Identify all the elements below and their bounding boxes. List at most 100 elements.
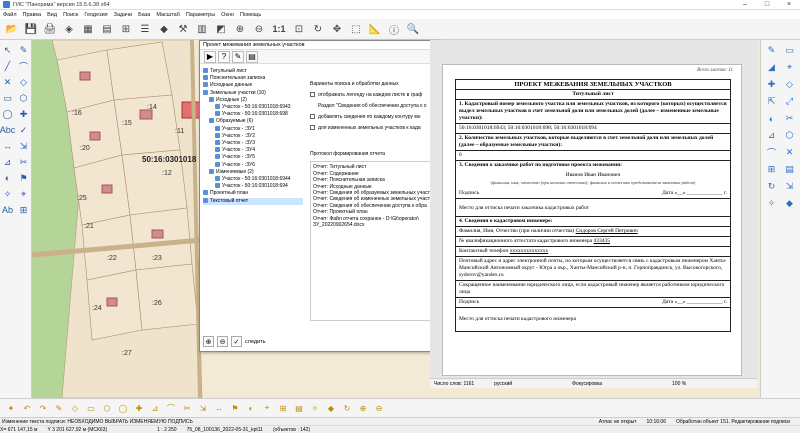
edit-tool-icon[interactable]: ⇲ [781, 178, 799, 195]
tool-icon[interactable]: ╱ [0, 58, 16, 74]
tree-node[interactable]: Изменяемые (2) [203, 168, 303, 176]
tree-node[interactable]: Участок - :ЗУ6 [203, 161, 303, 169]
edit-tool-icon[interactable]: ⊿ [763, 127, 781, 144]
zoom-fit-icon[interactable]: ⊡ [291, 21, 307, 37]
edit-tool-icon[interactable]: ✧ [763, 195, 781, 212]
menu-item[interactable]: Файл [3, 12, 17, 18]
tree-node[interactable]: Титульный лист [203, 68, 303, 75]
tool-icon[interactable]: ↖ [0, 42, 16, 58]
draw-tool-icon[interactable]: ✧ [308, 401, 322, 415]
zoom-out-icon[interactable]: ⊖ [217, 336, 228, 347]
save-icon[interactable]: 💾 [23, 21, 39, 37]
draw-tool-icon[interactable]: ▤ [292, 401, 306, 415]
draw-tool-icon[interactable]: ⚑ [228, 401, 242, 415]
tree-node[interactable]: Участок - :ЗУ5 [203, 154, 303, 161]
tree-node[interactable]: Участок - 50:16:0301018:6944 [203, 176, 303, 183]
tool-icon[interactable]: ⇲ [16, 138, 32, 154]
edit-tool-icon[interactable]: ✎ [763, 42, 781, 59]
draw-tool-icon[interactable]: ⊖ [372, 401, 386, 415]
menu-item[interactable]: Поиск [63, 12, 78, 18]
draw-tool-icon[interactable]: ⬡ [100, 401, 114, 415]
layers-icon[interactable]: ◈ [61, 21, 77, 37]
zoom-level[interactable]: 100 % [672, 381, 686, 387]
tool-icon[interactable]: ◇ [16, 74, 32, 90]
draw-tool-icon[interactable]: ◇ [68, 401, 82, 415]
tool-icon[interactable]: ✚ [16, 106, 32, 122]
draw-tool-icon[interactable]: ↶ [20, 401, 34, 415]
edit-tool-icon[interactable]: ✕ [781, 144, 799, 161]
focus-mode[interactable]: Фокусировка [572, 381, 602, 387]
menu-item[interactable]: База [138, 12, 150, 18]
grid-icon[interactable]: ▤ [99, 21, 115, 37]
tree-node[interactable]: Образуемые (6) [203, 118, 303, 125]
edit-tool-icon[interactable]: ↻ [763, 178, 781, 195]
edit-tool-icon[interactable]: ▤ [781, 161, 799, 178]
tree-node[interactable]: Текстовый отчет [203, 197, 303, 205]
document-preview[interactable]: Всего листов: 11 ПРОЕКТ МЕЖЕВАНИЯ ЗЕМЕЛЬ… [430, 40, 757, 378]
tree-node[interactable]: Участок - :ЗУ3 [203, 140, 303, 147]
zoom-in-icon[interactable]: ⊕ [203, 336, 214, 347]
edit-tool-icon[interactable]: ✚ [763, 76, 781, 93]
tree-node[interactable]: Исходные данные [203, 82, 303, 89]
tool-icon[interactable]: ⊞ [16, 202, 32, 218]
draw-tool-icon[interactable]: ⇲ [196, 401, 210, 415]
tree-node[interactable]: Пояснительная записка [203, 75, 303, 82]
draw-tool-icon[interactable]: ✂ [180, 401, 194, 415]
tool-icon[interactable]: ↔ [0, 138, 16, 154]
tree-node[interactable]: Участок - 50:16:0301018:6943 [203, 104, 303, 111]
measure-icon[interactable]: 📐 [367, 21, 383, 37]
menu-item[interactable]: Окно [221, 12, 234, 18]
draw-tool-icon[interactable]: ⊿ [148, 401, 162, 415]
document-icon[interactable]: ▤ [246, 50, 258, 63]
select-icon[interactable]: ⬚ [348, 21, 364, 37]
menu-item[interactable]: Параметры [186, 12, 215, 18]
pan-icon[interactable]: ✥ [329, 21, 345, 37]
maximize-icon[interactable]: □ [756, 0, 778, 10]
edit-tool-icon[interactable]: ⤢ [781, 93, 799, 110]
option-access-section[interactable]: Раздел "Сведения об обеспечении доступа … [310, 101, 437, 112]
draw-tool-icon[interactable]: ↻ [340, 401, 354, 415]
edit-tool-icon[interactable]: ◢ [763, 59, 781, 76]
tool-icon[interactable]: ⊿ [0, 154, 16, 170]
edit-tool-icon[interactable]: ⊞ [763, 161, 781, 178]
tree-node[interactable]: Участок - :ЗУ2 [203, 132, 303, 140]
tree-node[interactable]: Земельные участки (10) [203, 89, 303, 97]
tree-node[interactable]: Участок - :ЗУ1 [203, 125, 303, 133]
open-icon[interactable]: 📂 [4, 21, 20, 37]
option-contours[interactable]: добавлять сведения по каждому контуру мн [310, 112, 437, 123]
refresh-icon[interactable]: ↻ [310, 21, 326, 37]
draw-tool-icon[interactable]: ⊞ [276, 401, 290, 415]
tool-icon[interactable]: ✓ [16, 122, 32, 138]
tool-icon[interactable]: ⌒ [16, 58, 32, 74]
edit-tool-icon[interactable]: ⬡ [781, 127, 799, 144]
edit-tool-icon[interactable]: ⇱ [763, 93, 781, 110]
tool-icon[interactable]: ✧ [0, 186, 16, 202]
scale-1-1-button[interactable]: 1:1 [270, 21, 288, 37]
tree-node[interactable]: Проектный план [203, 190, 303, 197]
tool-icon[interactable]: ⬡ [16, 90, 32, 106]
draw-tool-icon[interactable]: ✎ [52, 401, 66, 415]
zoom-in-icon[interactable]: ⊕ [232, 21, 248, 37]
edit-tool-icon[interactable]: ✂ [781, 110, 799, 127]
menu-item[interactable]: Правка [23, 12, 42, 18]
draw-tool-icon[interactable]: ↷ [36, 401, 50, 415]
table-icon[interactable]: ▦ [80, 21, 96, 37]
tree-node[interactable]: Участок - :ЗУ4 [203, 147, 303, 154]
tool-icon[interactable]: ⌖ [16, 186, 32, 202]
menu-item[interactable]: Задачи [114, 12, 132, 18]
stack-icon[interactable]: ◆ [156, 21, 172, 37]
draw-tool-icon[interactable]: ✚ [132, 401, 146, 415]
cube-icon[interactable]: ◩ [213, 21, 229, 37]
draw-tool-icon[interactable]: ⊕ [356, 401, 370, 415]
tool-icon[interactable]: ✎ [16, 42, 32, 58]
tool-icon[interactable]: ▭ [0, 90, 16, 106]
draw-tool-icon[interactable]: ⌖ [260, 401, 274, 415]
tool-icon[interactable]: ◯ [0, 106, 16, 122]
draw-tool-icon[interactable]: ✦ [4, 401, 18, 415]
zoom-out-icon[interactable]: ⊖ [251, 21, 267, 37]
tool-icon[interactable]: ✕ [0, 74, 16, 90]
edit-tool-icon[interactable]: ⌖ [781, 59, 799, 76]
info-icon[interactable]: ⓘ [386, 21, 402, 37]
menu-item[interactable]: Вид [47, 12, 57, 18]
draw-tool-icon[interactable]: ↔ [212, 401, 226, 415]
